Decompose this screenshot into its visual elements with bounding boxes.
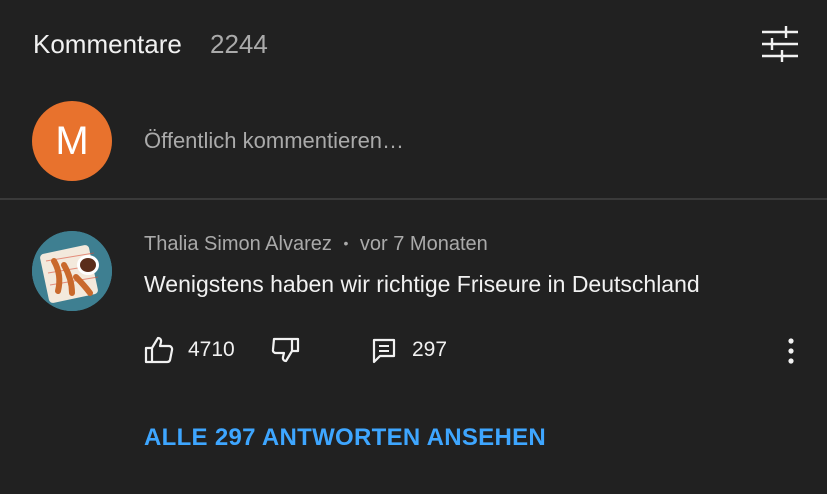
add-comment-input[interactable]: Öffentlich kommentieren… — [144, 126, 784, 156]
like-count: 4710 — [188, 338, 235, 361]
like-button[interactable]: 4710 — [144, 332, 235, 368]
view-replies-button[interactable]: ALLE 297 ANTWORTEN ANSEHEN — [144, 424, 546, 452]
commenter-avatar[interactable] — [32, 231, 112, 311]
reply-count: 297 — [412, 338, 448, 361]
comment-text: Wenigstens haben wir richtige Friseure i… — [144, 271, 700, 297]
food-avatar-image — [32, 231, 112, 311]
comments-count: 2244 — [210, 29, 268, 59]
comment-time[interactable]: vor 7 Monaten — [360, 233, 488, 255]
dislike-button[interactable] — [270, 332, 304, 368]
comment-meta: Thalia Simon Alvarez • vor 7 Monaten — [144, 233, 488, 256]
comment-thread: Thalia Simon Alvarez • vor 7 Monaten Wen… — [0, 200, 827, 494]
meta-separator: • — [343, 235, 349, 251]
user-avatar[interactable]: M — [32, 101, 112, 181]
thumbs-up-icon — [144, 336, 174, 364]
more-options-button[interactable] — [778, 334, 804, 368]
add-comment-row: M Öffentlich kommentieren… — [0, 96, 827, 196]
thumbs-down-icon — [271, 337, 300, 363]
sort-button[interactable] — [756, 22, 804, 66]
comment-actions: 4710 297 — [0, 332, 827, 368]
reply-icon — [372, 338, 396, 364]
sliders-icon — [762, 26, 798, 62]
comment-author[interactable]: Thalia Simon Alvarez — [144, 233, 332, 255]
more-vertical-icon — [788, 338, 794, 364]
comments-title: Kommentare — [33, 29, 182, 59]
reply-button[interactable]: 297 — [370, 332, 447, 368]
comments-header: Kommentare 2244 — [0, 0, 827, 88]
